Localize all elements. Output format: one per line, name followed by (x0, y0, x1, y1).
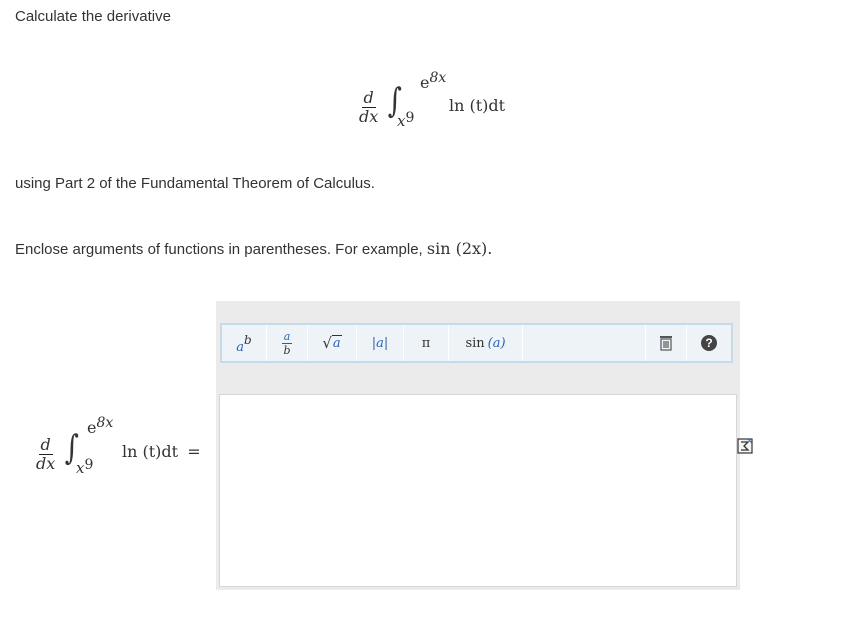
hint-prefix: Enclose arguments of functions in parent… (15, 241, 423, 258)
trash-icon (660, 336, 672, 351)
fraction-numerator: a (281, 329, 293, 344)
sin-argument: (a) (487, 335, 506, 351)
equation-editor-button[interactable] (737, 438, 753, 454)
d-dx-fraction: d dx (357, 90, 380, 125)
power-button[interactable]: ab (222, 325, 267, 361)
integrand: ln (t)dt (449, 96, 506, 115)
d-numerator-2: d (38, 435, 53, 455)
lower-limit-2: x9 (76, 457, 93, 477)
hint-example: sin (2x). (426, 239, 493, 258)
upper-limit-2: e8x (87, 415, 113, 437)
help-button[interactable]: ? (687, 325, 731, 361)
pi-button[interactable]: π (404, 325, 449, 361)
help-icon: ? (701, 335, 717, 351)
instruction-text: using Part 2 of the Fundamental Theorem … (15, 175, 375, 192)
lower-limit: x9 (397, 110, 414, 130)
integrand-text-2: ln (t)dt (122, 442, 179, 461)
equals-sign: = (187, 442, 201, 461)
power-base: a (236, 339, 245, 355)
dx-denominator: dx (359, 107, 379, 126)
answer-prompt-expression: d dx ∫ e8x x9 ln (t)dt = (34, 415, 214, 485)
integrand-2: ln (t)dt = (122, 442, 201, 461)
question-title: Calculate the derivative (15, 8, 171, 25)
upper-limit-exponent: 8x (429, 70, 447, 86)
fraction-denominator: b (283, 343, 291, 357)
power-exponent: b (244, 333, 252, 347)
lower-limit-exponent: 9 (405, 110, 415, 126)
sqrt-button[interactable]: √ a (308, 325, 357, 361)
math-toolbar: ab a b √ a |a| π sin (a) ? (220, 323, 733, 363)
derivative-expression: d dx ∫ e8x x9 ln (t)dt (357, 70, 527, 132)
hint-text: Enclose arguments of functions in parent… (15, 239, 492, 258)
fraction-button[interactable]: a b (267, 325, 308, 361)
pi-icon: π (421, 335, 431, 351)
fraction-icon: a b (281, 329, 293, 357)
lower-limit-exponent-2: 9 (84, 457, 94, 473)
toolbar-spacer (523, 325, 646, 361)
sin-button[interactable]: sin (a) (449, 325, 523, 361)
abs-icon: |a| (371, 335, 389, 351)
d-numerator: d (361, 88, 376, 108)
clear-button[interactable] (646, 325, 687, 361)
sqrt-icon: √ (322, 334, 332, 352)
d-dx-fraction-2: d dx (34, 437, 57, 472)
upper-limit: e8x (420, 70, 446, 92)
sqrt-argument: a (331, 335, 342, 351)
answer-input[interactable] (219, 394, 737, 587)
equation-editor-icon (737, 438, 753, 454)
dx-denominator-2: dx (36, 454, 56, 473)
math-editor: ab a b √ a |a| π sin (a) ? (216, 301, 740, 590)
sin-label: sin (465, 335, 485, 351)
abs-button[interactable]: |a| (357, 325, 404, 361)
upper-limit-exponent-2: 8x (96, 415, 114, 431)
